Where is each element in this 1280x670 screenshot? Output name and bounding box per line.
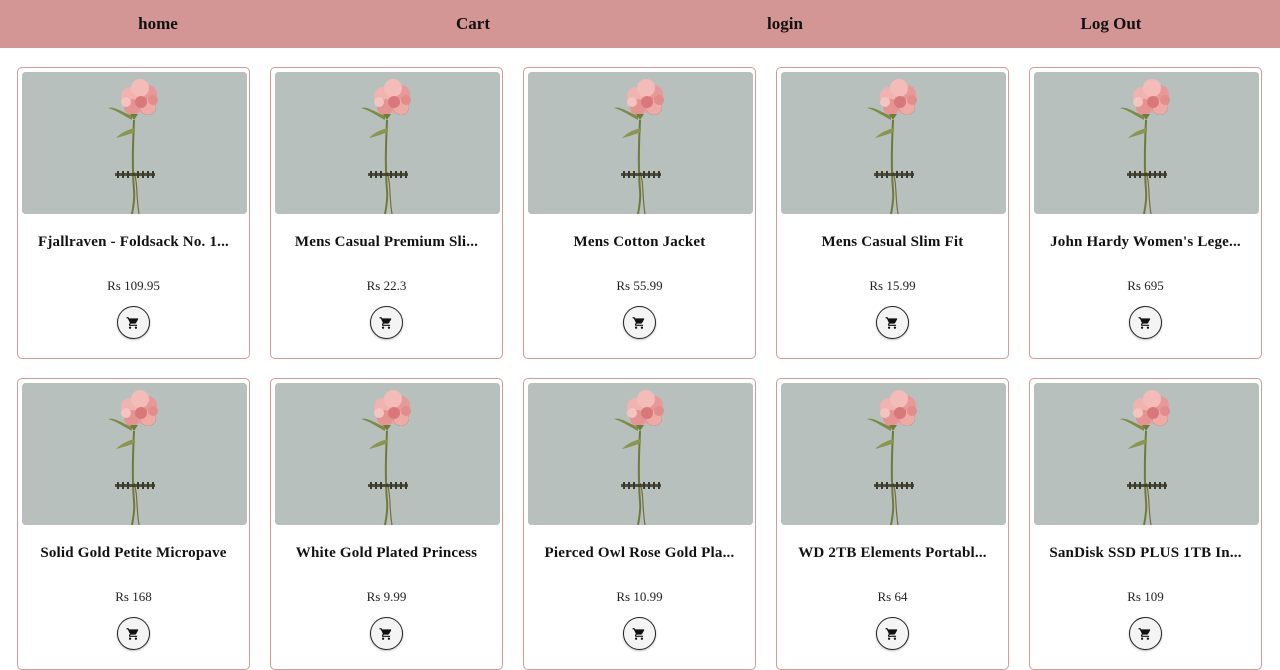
product-card[interactable]: Solid Gold Petite Micropave Rs 168 [17, 378, 250, 670]
product-price: Rs 695 [1127, 278, 1164, 293]
add-to-cart-button[interactable] [116, 306, 150, 339]
product-image[interactable] [275, 383, 500, 525]
nav-home-link[interactable]: home [138, 0, 178, 48]
product-price: Rs 15.99 [869, 278, 916, 293]
add-to-cart-button[interactable] [622, 306, 656, 339]
shopping-cart-icon [1138, 316, 1151, 329]
product-image[interactable] [781, 383, 1006, 525]
product-price: Rs 10.99 [616, 589, 663, 604]
product-price: Rs 168 [115, 589, 152, 604]
product-title[interactable]: Pierced Owl Rose Gold Pla... [530, 545, 749, 562]
add-to-cart-button[interactable] [1128, 617, 1162, 650]
product-price: Rs 22.3 [366, 278, 407, 293]
product-image[interactable] [275, 72, 500, 214]
product-title[interactable]: Mens Casual Slim Fit [783, 234, 1002, 251]
shopping-cart-icon [126, 627, 139, 640]
product-card[interactable]: Fjallraven - Foldsack No. 1... Rs 109.95 [17, 67, 250, 359]
add-to-cart-button[interactable] [116, 617, 150, 650]
product-price: Rs 64 [877, 589, 908, 604]
shopping-cart-icon [632, 627, 645, 640]
product-card[interactable]: Pierced Owl Rose Gold Pla... Rs 10.99 [523, 378, 756, 670]
add-to-cart-button[interactable] [875, 306, 909, 339]
shopping-cart-icon [632, 316, 645, 329]
add-to-cart-button[interactable] [875, 617, 909, 650]
product-title[interactable]: Mens Casual Premium Sli... [277, 234, 496, 251]
product-price: Rs 109.95 [107, 278, 160, 293]
product-card[interactable]: White Gold Plated Princess Rs 9.99 [270, 378, 503, 670]
product-card[interactable]: Mens Casual Premium Sli... Rs 22.3 [270, 67, 503, 359]
product-price: Rs 109 [1127, 589, 1164, 604]
nav-login-link[interactable]: login [767, 0, 803, 48]
product-image[interactable] [1034, 72, 1259, 214]
product-image[interactable] [528, 383, 753, 525]
product-price: Rs 9.99 [366, 589, 407, 604]
nav-logout-link[interactable]: Log Out [1081, 0, 1142, 48]
product-title[interactable]: Fjallraven - Foldsack No. 1... [24, 234, 243, 251]
product-title[interactable]: John Hardy Women's Lege... [1036, 234, 1255, 251]
product-title[interactable]: White Gold Plated Princess [277, 545, 496, 562]
shopping-cart-icon [885, 627, 898, 640]
add-to-cart-button[interactable] [369, 306, 403, 339]
product-title[interactable]: Mens Cotton Jacket [530, 234, 749, 251]
product-card[interactable]: John Hardy Women's Lege... Rs 695 [1029, 67, 1262, 359]
product-image[interactable] [528, 72, 753, 214]
product-image[interactable] [1034, 383, 1259, 525]
shopping-cart-icon [1138, 627, 1151, 640]
product-image[interactable] [781, 72, 1006, 214]
product-card[interactable]: Mens Cotton Jacket Rs 55.99 [523, 67, 756, 359]
add-to-cart-button[interactable] [622, 617, 656, 650]
add-to-cart-button[interactable] [1128, 306, 1162, 339]
product-card[interactable]: WD 2TB Elements Portabl... Rs 64 [776, 378, 1009, 670]
add-to-cart-button[interactable] [369, 617, 403, 650]
shopping-cart-icon [379, 627, 392, 640]
shopping-cart-icon [126, 316, 139, 329]
product-card[interactable]: SanDisk SSD PLUS 1TB In... Rs 109 [1029, 378, 1262, 670]
product-image[interactable] [22, 383, 247, 525]
shopping-cart-icon [379, 316, 392, 329]
shopping-cart-icon [885, 316, 898, 329]
top-navbar: home Cart login Log Out [0, 0, 1280, 48]
product-title[interactable]: WD 2TB Elements Portabl... [783, 545, 1002, 562]
nav-cart-link[interactable]: Cart [456, 0, 490, 48]
product-image[interactable] [22, 72, 247, 214]
product-price: Rs 55.99 [616, 278, 663, 293]
product-card[interactable]: Mens Casual Slim Fit Rs 15.99 [776, 67, 1009, 359]
product-title[interactable]: SanDisk SSD PLUS 1TB In... [1036, 545, 1255, 562]
product-title[interactable]: Solid Gold Petite Micropave [24, 545, 243, 562]
